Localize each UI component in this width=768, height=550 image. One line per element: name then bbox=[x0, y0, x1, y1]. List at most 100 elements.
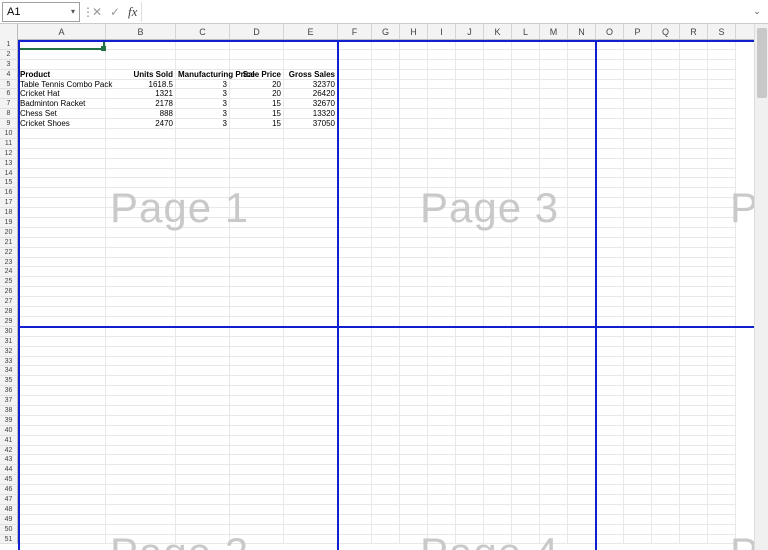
cell-N15[interactable] bbox=[568, 178, 596, 188]
cell-F40[interactable] bbox=[338, 426, 372, 436]
row-header-49[interactable]: 49 bbox=[0, 515, 18, 525]
cell-E47[interactable] bbox=[284, 495, 338, 505]
cell-H24[interactable] bbox=[400, 267, 428, 277]
cell-O4[interactable] bbox=[596, 70, 624, 80]
row-header-28[interactable]: 28 bbox=[0, 307, 18, 317]
cell-Q41[interactable] bbox=[652, 436, 680, 446]
cell-H42[interactable] bbox=[400, 446, 428, 456]
cell-G19[interactable] bbox=[372, 218, 400, 228]
cell-D11[interactable] bbox=[230, 139, 284, 149]
cell-S9[interactable] bbox=[708, 119, 736, 129]
cell-D3[interactable] bbox=[230, 60, 284, 70]
cell-B10[interactable] bbox=[106, 129, 176, 139]
cell-R25[interactable] bbox=[680, 277, 708, 287]
cell-C45[interactable] bbox=[176, 475, 230, 485]
cell-M18[interactable] bbox=[540, 208, 568, 218]
cell-E6[interactable]: 26420 bbox=[284, 89, 338, 99]
cell-J39[interactable] bbox=[456, 416, 484, 426]
cell-C47[interactable] bbox=[176, 495, 230, 505]
cell-Q23[interactable] bbox=[652, 258, 680, 268]
cell-K3[interactable] bbox=[484, 60, 512, 70]
cell-O7[interactable] bbox=[596, 99, 624, 109]
cell-J38[interactable] bbox=[456, 406, 484, 416]
cell-G37[interactable] bbox=[372, 396, 400, 406]
cell-Q6[interactable] bbox=[652, 89, 680, 99]
cell-E44[interactable] bbox=[284, 465, 338, 475]
cell-D24[interactable] bbox=[230, 267, 284, 277]
cell-B11[interactable] bbox=[106, 139, 176, 149]
cell-M33[interactable] bbox=[540, 357, 568, 367]
cell-I39[interactable] bbox=[428, 416, 456, 426]
row-header-45[interactable]: 45 bbox=[0, 475, 18, 485]
cell-M29[interactable] bbox=[540, 317, 568, 327]
row-header-15[interactable]: 15 bbox=[0, 178, 18, 188]
row-header-11[interactable]: 11 bbox=[0, 139, 18, 149]
cell-M42[interactable] bbox=[540, 446, 568, 456]
cell-R21[interactable] bbox=[680, 238, 708, 248]
cell-L30[interactable] bbox=[512, 327, 540, 337]
cell-S17[interactable] bbox=[708, 198, 736, 208]
cell-M21[interactable] bbox=[540, 238, 568, 248]
cell-S30[interactable] bbox=[708, 327, 736, 337]
cell-K12[interactable] bbox=[484, 149, 512, 159]
cell-F8[interactable] bbox=[338, 109, 372, 119]
cell-L33[interactable] bbox=[512, 357, 540, 367]
cell-P33[interactable] bbox=[624, 357, 652, 367]
cell-C5[interactable]: 3 bbox=[176, 80, 230, 90]
cell-A33[interactable] bbox=[18, 357, 106, 367]
cell-C44[interactable] bbox=[176, 465, 230, 475]
cell-B19[interactable] bbox=[106, 218, 176, 228]
cancel-icon[interactable]: ✕ bbox=[88, 3, 106, 21]
cell-P44[interactable] bbox=[624, 465, 652, 475]
cell-B8[interactable]: 888 bbox=[106, 109, 176, 119]
cell-L19[interactable] bbox=[512, 218, 540, 228]
cell-I49[interactable] bbox=[428, 515, 456, 525]
cell-Q21[interactable] bbox=[652, 238, 680, 248]
cell-F33[interactable] bbox=[338, 357, 372, 367]
cell-L42[interactable] bbox=[512, 446, 540, 456]
cell-S16[interactable] bbox=[708, 188, 736, 198]
cell-M23[interactable] bbox=[540, 258, 568, 268]
cell-A15[interactable] bbox=[18, 178, 106, 188]
cell-E28[interactable] bbox=[284, 307, 338, 317]
col-header-D[interactable]: D bbox=[230, 24, 284, 39]
cell-D4[interactable]: Sale Price bbox=[230, 70, 284, 80]
cell-B27[interactable] bbox=[106, 297, 176, 307]
cell-R20[interactable] bbox=[680, 228, 708, 238]
cell-M13[interactable] bbox=[540, 159, 568, 169]
cell-Q34[interactable] bbox=[652, 366, 680, 376]
cell-J23[interactable] bbox=[456, 258, 484, 268]
cell-C14[interactable] bbox=[176, 169, 230, 179]
cell-D42[interactable] bbox=[230, 446, 284, 456]
cell-R3[interactable] bbox=[680, 60, 708, 70]
cell-I3[interactable] bbox=[428, 60, 456, 70]
cell-F45[interactable] bbox=[338, 475, 372, 485]
row-header-27[interactable]: 27 bbox=[0, 297, 18, 307]
cell-S36[interactable] bbox=[708, 386, 736, 396]
cell-M10[interactable] bbox=[540, 129, 568, 139]
cell-I45[interactable] bbox=[428, 475, 456, 485]
cell-H39[interactable] bbox=[400, 416, 428, 426]
cell-R17[interactable] bbox=[680, 198, 708, 208]
row-header-43[interactable]: 43 bbox=[0, 455, 18, 465]
cell-O45[interactable] bbox=[596, 475, 624, 485]
cell-B51[interactable] bbox=[106, 535, 176, 545]
cell-N40[interactable] bbox=[568, 426, 596, 436]
cell-S46[interactable] bbox=[708, 485, 736, 495]
cell-I32[interactable] bbox=[428, 347, 456, 357]
row-header-25[interactable]: 25 bbox=[0, 277, 18, 287]
cell-N9[interactable] bbox=[568, 119, 596, 129]
row-header-21[interactable]: 21 bbox=[0, 238, 18, 248]
cell-C40[interactable] bbox=[176, 426, 230, 436]
cell-A48[interactable] bbox=[18, 505, 106, 515]
cell-N17[interactable] bbox=[568, 198, 596, 208]
cell-S47[interactable] bbox=[708, 495, 736, 505]
cell-J2[interactable] bbox=[456, 50, 484, 60]
cell-Q7[interactable] bbox=[652, 99, 680, 109]
row-header-9[interactable]: 9 bbox=[0, 119, 18, 129]
cell-E22[interactable] bbox=[284, 248, 338, 258]
cell-B44[interactable] bbox=[106, 465, 176, 475]
cell-R13[interactable] bbox=[680, 159, 708, 169]
cell-D10[interactable] bbox=[230, 129, 284, 139]
cell-S27[interactable] bbox=[708, 297, 736, 307]
